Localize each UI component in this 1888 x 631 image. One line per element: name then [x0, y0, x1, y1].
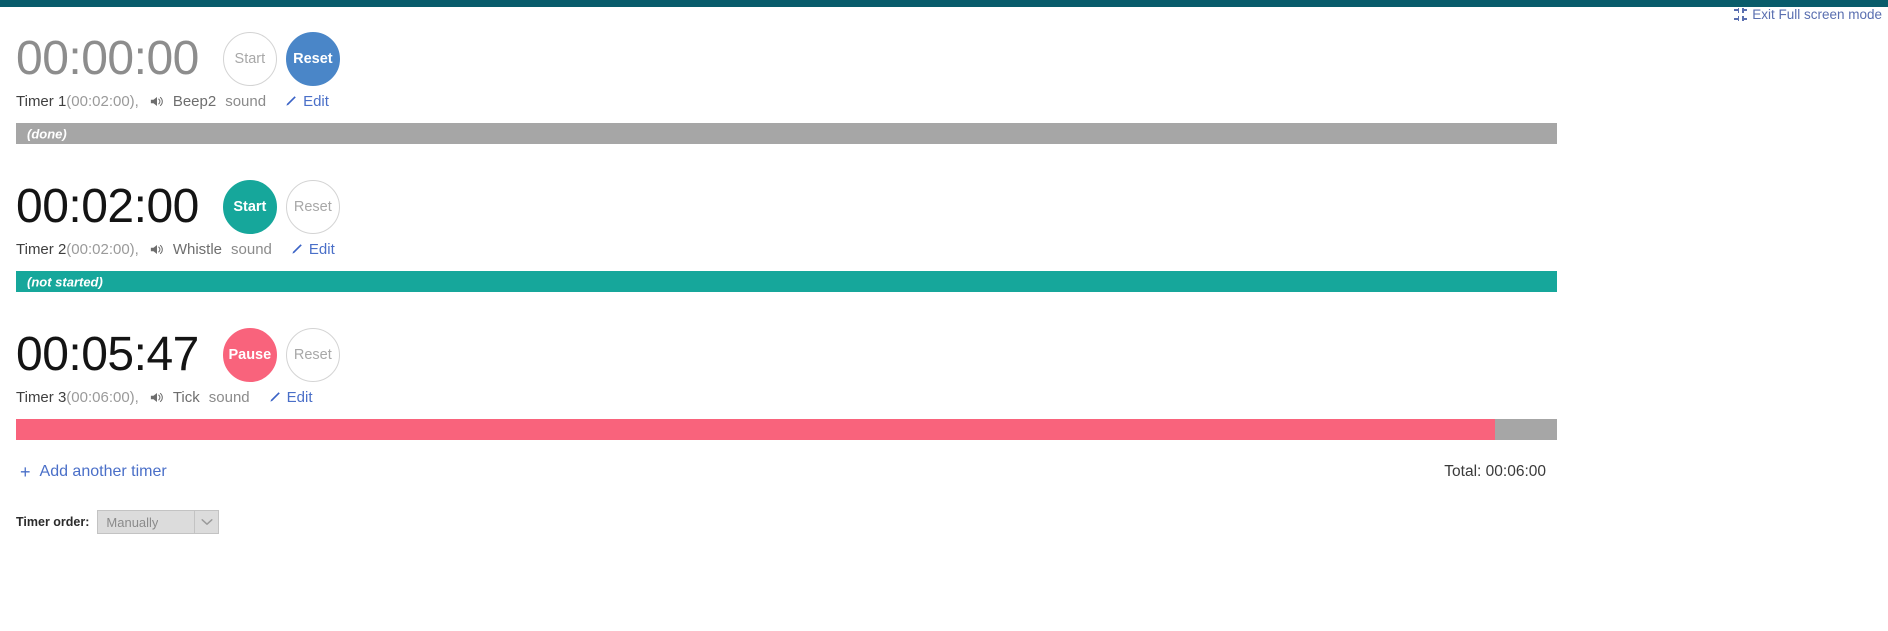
timer-block-2: 00:02:00 Start Reset Timer 2 (00:02:00),…: [0, 170, 1888, 292]
timer-clock-1: 00:00:00: [16, 32, 199, 85]
timer-meta-3: Timer 3 (00:06:00), Tick sound Edit: [0, 386, 1888, 408]
speaker-icon: [150, 243, 164, 256]
sound-name-2: Whistle: [172, 240, 223, 258]
timer-name-1: Timer 1: [16, 92, 67, 110]
timer-meta-2: Timer 2 (00:02:00), Whistle sound Edit: [0, 238, 1888, 260]
edit-label-2: Edit: [308, 240, 335, 258]
sound-word-2: sound: [231, 240, 272, 258]
edit-button-1[interactable]: Edit: [284, 93, 329, 110]
start-button-1[interactable]: Start: [222, 32, 277, 86]
reset-button-3[interactable]: Reset: [285, 328, 340, 382]
sound-word-1: sound: [225, 92, 267, 110]
exit-fullscreen-button[interactable]: Exit Full screen mode: [1734, 7, 1882, 22]
start-button-2[interactable]: Start: [222, 180, 277, 234]
edit-label-1: Edit: [303, 92, 329, 110]
edit-button-2[interactable]: Edit: [290, 241, 335, 258]
timer-order-select[interactable]: Manually: [97, 510, 220, 534]
timer-duration-3: (00:06:00),: [66, 388, 139, 406]
timer-spacer: [0, 144, 1888, 170]
progress-bar-2: (not started): [16, 271, 1557, 292]
add-timer-label: Add another timer: [39, 463, 167, 480]
pause-button-3[interactable]: Pause: [222, 328, 277, 382]
pencil-icon: [284, 95, 297, 108]
edit-button-3[interactable]: Edit: [268, 389, 313, 406]
pencil-icon: [290, 243, 303, 256]
timer-spacer: [0, 292, 1888, 318]
add-timer-button[interactable]: + Add another timer: [20, 463, 167, 481]
timer-block-3: 00:05:47 Pause Reset Timer 3 (00:06:00),…: [0, 318, 1888, 440]
exit-fullscreen-label: Exit Full screen mode: [1752, 7, 1882, 22]
reset-button-2[interactable]: Reset: [285, 180, 340, 234]
plus-icon: +: [20, 462, 31, 482]
chevron-down-icon: [194, 511, 218, 533]
timer-controls-3: 00:05:47 Pause Reset: [0, 318, 1888, 392]
timer-clock-3: 00:05:47: [16, 328, 199, 381]
progress-bar-3: [16, 419, 1557, 440]
sound-name-3: Tick: [172, 388, 200, 406]
sound-name-1: Beep2: [172, 92, 217, 110]
progress-bar-1: (done): [16, 123, 1557, 144]
timer-order-value: Manually: [106, 514, 159, 530]
timer-block-1: 00:00:00 Start Reset Timer 1 (00:02:00),…: [0, 22, 1888, 144]
reset-button-1[interactable]: Reset: [285, 32, 340, 86]
timer-name-2: Timer 2: [16, 240, 67, 258]
timer-order-row: Timer order: Manually: [16, 510, 220, 534]
sound-word-3: sound: [208, 388, 250, 406]
timer-name-3: Timer 3: [16, 388, 67, 406]
total-label: Total: 00:06:00: [1444, 463, 1546, 480]
accent-top-bar: [0, 0, 1888, 7]
progress-status-1: (done): [27, 126, 67, 141]
speaker-icon: [150, 95, 164, 108]
fullscreen-exit-icon: [1734, 8, 1748, 21]
edit-label-3: Edit: [286, 388, 313, 406]
progress-fill-3: [16, 419, 1496, 440]
timer-controls-1: 00:00:00 Start Reset: [0, 22, 1888, 96]
timer-app: Exit Full screen mode 00:00:00 Start Res…: [0, 0, 1888, 631]
timer-meta-1: Timer 1 (00:02:00), Beep2 sound Edit: [0, 90, 1888, 112]
progress-status-2: (not started): [27, 274, 103, 289]
pencil-icon: [268, 391, 281, 404]
timer-list: 00:00:00 Start Reset Timer 1 (00:02:00),…: [0, 22, 1888, 534]
timer-clock-2: 00:02:00: [16, 180, 199, 233]
timer-controls-2: 00:02:00 Start Reset: [0, 170, 1888, 244]
timer-duration-1: (00:02:00),: [66, 92, 139, 110]
timer-duration-2: (00:02:00),: [66, 240, 139, 258]
speaker-icon: [150, 391, 164, 404]
timer-order-label: Timer order:: [16, 515, 90, 529]
footer-row: + Add another timer Total: 00:06:00: [0, 463, 1888, 481]
